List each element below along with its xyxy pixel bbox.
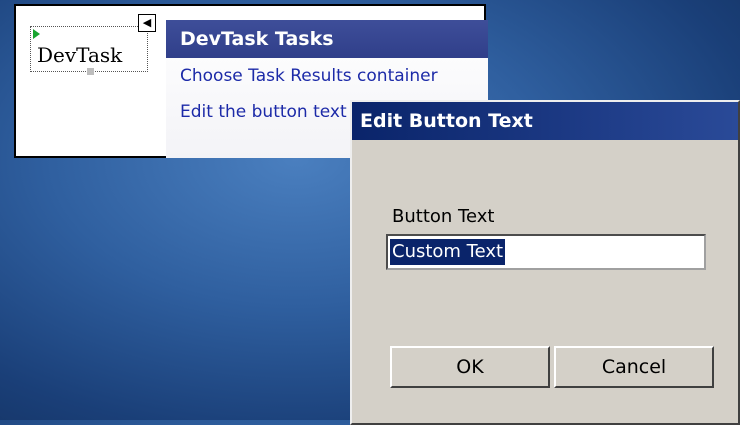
selection-glyph-icon [33,29,40,39]
edit-button-text-dialog: Edit Button Text Button Text Custom Text… [350,100,740,425]
button-text-value: Custom Text [390,239,506,265]
devtask-control-preview[interactable]: DevTask [30,26,148,75]
cancel-button[interactable]: Cancel [554,346,714,388]
smart-tag-arrow-icon[interactable]: ◀ [138,14,156,32]
ok-button[interactable]: OK [390,346,550,388]
button-text-input[interactable]: Custom Text [386,234,706,270]
choose-task-results-link[interactable]: Choose Task Results container [166,58,488,94]
dialog-title: Edit Button Text [352,102,738,140]
resize-handle[interactable] [87,68,94,75]
button-text-label: Button Text [392,206,495,227]
tasks-panel-header: DevTask Tasks [166,20,488,58]
control-text: DevTask [37,43,123,67]
